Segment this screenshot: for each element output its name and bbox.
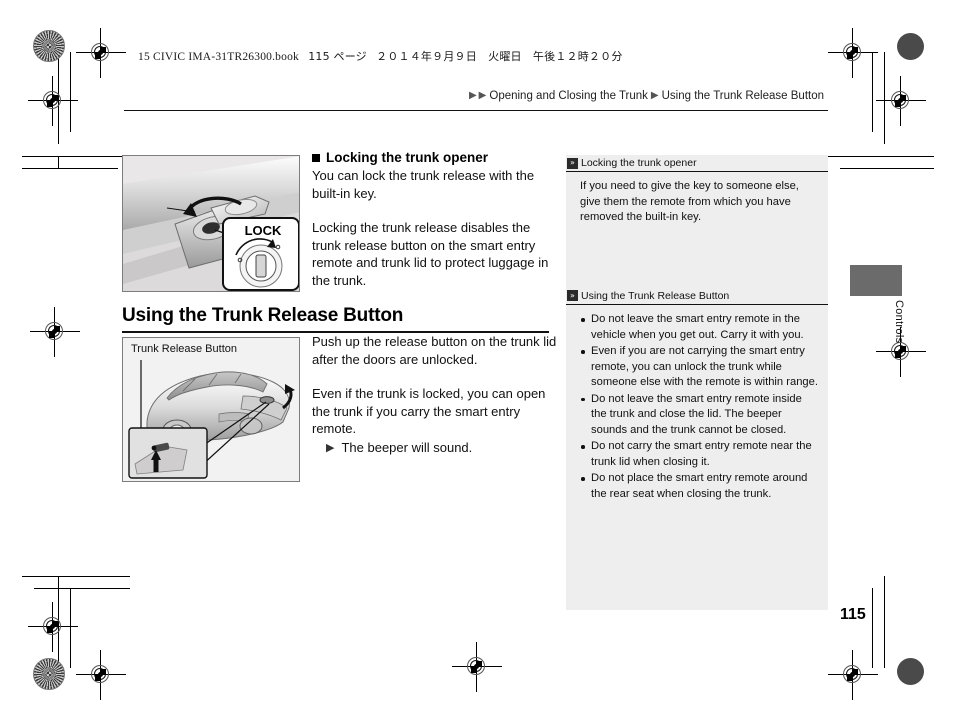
chapter-thumb-tab-label: Controls xyxy=(893,300,905,344)
registration-mark-icon xyxy=(828,650,878,700)
breadcrumb: ▶ ▶ Opening and Closing the Trunk ▶ Usin… xyxy=(469,90,826,102)
page-title: Using the Trunk Release Button xyxy=(122,305,404,326)
breadcrumb-arrow-icon: ▶ xyxy=(478,90,487,101)
subsection-paragraph-2: Locking the trunk release disables the t… xyxy=(312,220,549,288)
svg-text:LOCK: LOCK xyxy=(245,223,282,238)
side-note-spacer xyxy=(566,232,828,288)
side-note-2-header: » Using the Trunk Release Button xyxy=(566,288,828,304)
registration-mark-icon xyxy=(28,602,78,652)
side-note-1-header: » Locking the trunk opener xyxy=(566,155,828,171)
list-item: Do not leave the smart entry remote in t… xyxy=(580,312,818,343)
side-note-1-body: If you need to give the key to someone e… xyxy=(566,172,828,232)
triangle-bullet-icon: ▶ xyxy=(326,441,335,454)
side-note-section-1: » Locking the trunk opener If you need t… xyxy=(566,155,828,232)
section-paragraph-1: Push up the release button on the trunk … xyxy=(312,334,557,367)
section-note-text: The beeper will sound. xyxy=(341,439,473,455)
registration-mark-icon xyxy=(452,642,502,692)
trunk-lock-illustration-svg: LOCK xyxy=(123,156,299,291)
book-filename: 15 CIVIC IMA-31TR26300.book xyxy=(138,51,299,63)
section-text-column: Push up the release button on the trunk … xyxy=(312,333,562,457)
figure-caption-trunk-release: Trunk Release Button xyxy=(131,343,237,355)
registration-mark-icon xyxy=(876,76,926,126)
section-heading-block: Using the Trunk Release Button xyxy=(122,305,562,333)
header-divider xyxy=(124,110,828,112)
side-note-1-text: If you need to give the key to someone e… xyxy=(580,180,799,224)
subsection-heading-text: Locking the trunk opener xyxy=(326,150,489,165)
registration-mark-icon xyxy=(76,650,126,700)
registration-target-icon xyxy=(33,658,65,690)
side-note-2-bullet-list: Do not leave the smart entry remote in t… xyxy=(580,312,818,502)
side-notes-panel: » Locking the trunk opener If you need t… xyxy=(566,155,828,610)
section-note-bullet: ▶ The beeper will sound. xyxy=(312,439,562,457)
ink-density-patch-icon xyxy=(897,33,924,60)
breadcrumb-arrow-icon: ▶ xyxy=(650,90,659,101)
side-note-1-title: Locking the trunk opener xyxy=(581,157,697,169)
square-bullet-icon xyxy=(312,153,320,162)
breadcrumb-item-current[interactable]: Using the Trunk Release Button xyxy=(662,90,824,102)
side-note-section-2: » Using the Trunk Release Button Do not … xyxy=(566,288,828,509)
list-item: Do not place the smart entry remote arou… xyxy=(580,471,818,502)
registration-mark-icon xyxy=(30,307,80,357)
manual-page: 15 CIVIC IMA-31TR26300.book 115 ページ ２０１４… xyxy=(0,0,954,718)
figure-trunk-lock-cylinder: LOCK xyxy=(122,155,300,292)
double-chevron-icon: » xyxy=(567,290,578,302)
chapter-thumb-tab xyxy=(850,265,902,296)
figure-trunk-release-button: Trunk Release Button xyxy=(122,337,300,482)
list-item: Do not leave the smart entry remote insi… xyxy=(580,392,818,439)
ink-density-patch-icon xyxy=(897,658,924,685)
print-header-line: 15 CIVIC IMA-31TR26300.book 115 ページ ２０１４… xyxy=(138,48,623,64)
registration-target-icon xyxy=(33,30,65,62)
trunk-release-illustration-svg xyxy=(123,338,299,481)
book-page-label: 115 ページ xyxy=(308,50,367,63)
double-chevron-icon: » xyxy=(567,157,578,169)
side-note-2-body: Do not leave the smart entry remote in t… xyxy=(566,305,828,509)
registration-mark-icon xyxy=(76,28,126,78)
breadcrumb-item-parent[interactable]: Opening and Closing the Trunk xyxy=(489,90,648,102)
page-number: 115 xyxy=(840,606,866,623)
list-item: Do not carry the smart entry remote near… xyxy=(580,439,818,470)
side-note-2-title: Using the Trunk Release Button xyxy=(581,289,730,302)
book-timestamp: ２０１４年９月９日 火曜日 午後１２時２０分 xyxy=(376,50,623,63)
registration-mark-icon xyxy=(28,76,78,126)
section-paragraph-2: Even if the trunk is locked, you can ope… xyxy=(312,386,546,436)
subsection-heading: Locking the trunk opener xyxy=(312,150,560,165)
list-item: Even if you are not carrying the smart e… xyxy=(580,344,818,391)
subsection-paragraph-1: You can lock the trunk release with the … xyxy=(312,168,535,201)
registration-mark-icon xyxy=(828,28,878,78)
subsection-text-column: Locking the trunk opener You can lock th… xyxy=(312,150,560,289)
breadcrumb-arrow-icon: ▶ xyxy=(468,90,477,101)
